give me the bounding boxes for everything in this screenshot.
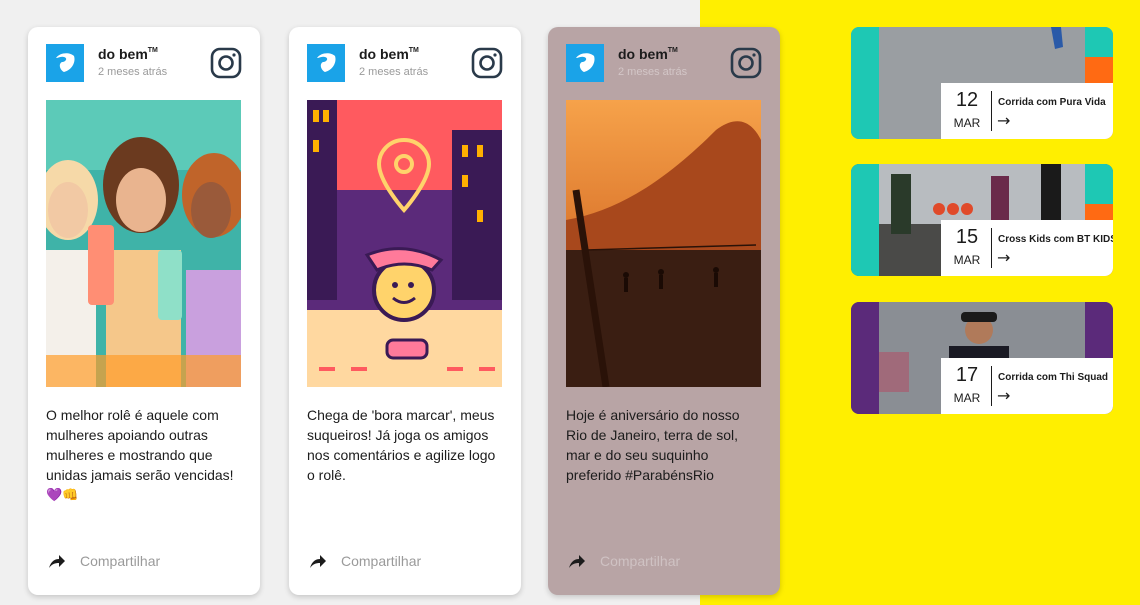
event-title: Corrida com Thi Squad: [998, 372, 1109, 383]
share-label: Compartilhar: [600, 553, 681, 569]
arrow-right-icon[interactable]: →: [997, 386, 1010, 405]
event-month: MAR: [953, 116, 981, 130]
event-card[interactable]: 15 MAR Cross Kids com BT KIDS →: [851, 164, 1113, 276]
post-caption: Chega de 'bora marcar', meus suqueiros! …: [307, 407, 496, 483]
share-label: Compartilhar: [341, 553, 422, 569]
arrow-right-icon[interactable]: →: [997, 248, 1010, 267]
event-card[interactable]: 17 MAR Corrida com Thi Squad →: [851, 302, 1113, 414]
post-card[interactable]: do bemTM 2 meses atrás O melhor rolê é a…: [28, 27, 260, 595]
divider: [991, 366, 992, 406]
event-month: MAR: [953, 253, 981, 267]
event-day: 12: [955, 89, 979, 111]
post-image[interactable]: [566, 100, 761, 387]
post-caption: O melhor rolê é aquele com mulheres apoi…: [46, 407, 234, 483]
instagram-icon[interactable]: [471, 47, 503, 79]
arrow-right-icon[interactable]: →: [997, 111, 1010, 130]
event-day: 15: [955, 226, 979, 248]
event-info: 15 MAR Cross Kids com BT KIDS →: [941, 220, 1113, 276]
share-arrow-icon: [310, 555, 326, 568]
brand-name[interactable]: do bemTM: [618, 46, 678, 62]
event-info: 12 MAR Corrida com Pura Vida →: [941, 83, 1113, 139]
instagram-icon[interactable]: [730, 47, 762, 79]
post-time: 2 meses atrás: [98, 66, 168, 78]
bird-logo-icon[interactable]: [566, 44, 604, 82]
event-card[interactable]: 12 MAR Corrida com Pura Vida →: [851, 27, 1113, 139]
share-button[interactable]: Compartilhar: [309, 550, 421, 572]
share-button[interactable]: Compartilhar: [568, 550, 680, 572]
post-time: 2 meses atrás: [618, 66, 688, 78]
share-label: Compartilhar: [80, 553, 161, 569]
brand-name[interactable]: do bemTM: [98, 46, 158, 62]
event-month: MAR: [953, 391, 981, 405]
post-card[interactable]: do bemTM 2 meses atrás: [289, 27, 521, 595]
share-button[interactable]: Compartilhar: [48, 550, 160, 572]
brand-name[interactable]: do bemTM: [359, 46, 419, 62]
post-image[interactable]: [307, 100, 502, 387]
post-header: do bemTM 2 meses atrás: [566, 44, 762, 84]
event-title: Corrida com Pura Vida: [998, 97, 1106, 108]
post-caption: Hoje é aniversário do nosso Rio de Janei…: [566, 407, 740, 483]
share-arrow-icon: [569, 555, 585, 568]
event-info: 17 MAR Corrida com Thi Squad →: [941, 358, 1113, 414]
post-emojis: 💜👊: [46, 487, 79, 502]
share-arrow-icon: [49, 555, 65, 568]
bird-logo-icon[interactable]: [46, 44, 84, 82]
post-header: do bemTM 2 meses atrás: [307, 44, 503, 84]
divider: [991, 228, 992, 268]
post-card[interactable]: do bemTM 2 meses atrás: [548, 27, 780, 595]
post-time: 2 meses atrás: [359, 66, 429, 78]
post-image[interactable]: [46, 100, 241, 387]
bird-logo-icon[interactable]: [307, 44, 345, 82]
divider: [991, 91, 992, 131]
post-header: do bemTM 2 meses atrás: [46, 44, 242, 84]
instagram-icon[interactable]: [210, 47, 242, 79]
event-day: 17: [955, 364, 979, 386]
event-title: Cross Kids com BT KIDS: [998, 234, 1113, 245]
